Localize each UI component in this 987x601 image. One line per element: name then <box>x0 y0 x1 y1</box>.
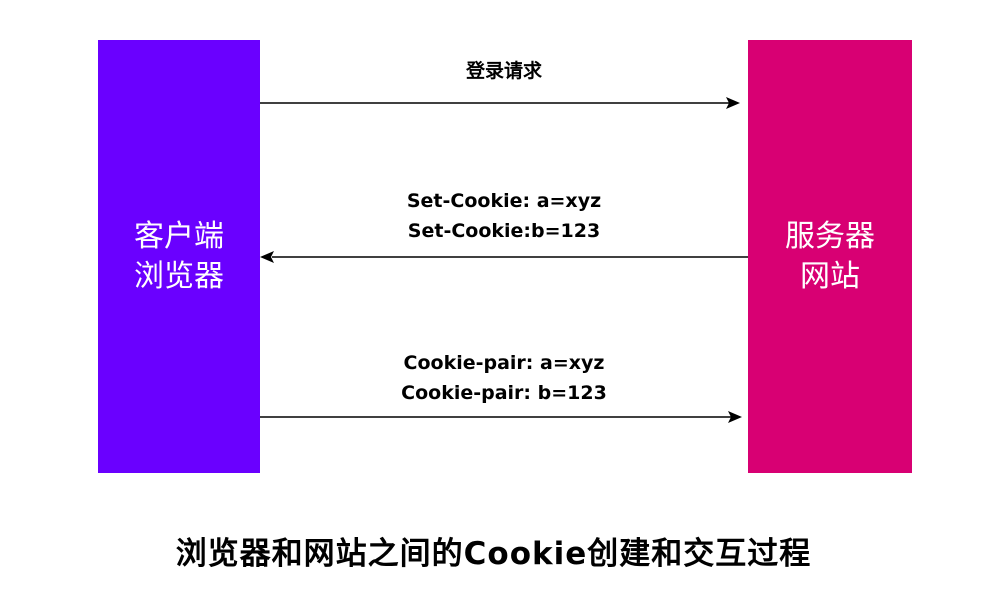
cookie-pair-arrow <box>260 411 742 423</box>
set-cookie-label: Set-Cookie: a=xyz Set-Cookie:b=123 <box>260 186 748 246</box>
set-cookie-line-1: Set-Cookie: a=xyz <box>406 190 602 212</box>
arrows-layer <box>260 97 748 423</box>
diagram-caption: 浏览器和网站之间的Cookie创建和交互过程 <box>175 536 812 572</box>
login-request-arrow <box>260 97 740 109</box>
set-cookie-line-2: Set-Cookie:b=123 <box>407 220 601 242</box>
login-request-text: 登录请求 <box>465 60 542 82</box>
cookie-pair-label: Cookie-pair: a=xyz Cookie-pair: b=123 <box>260 348 748 408</box>
login-request-label: 登录请求 <box>260 56 748 86</box>
cookie-pair-line-1: Cookie-pair: a=xyz <box>403 352 605 374</box>
cookie-pair-line-2: Cookie-pair: b=123 <box>401 382 607 404</box>
set-cookie-arrow <box>260 251 748 263</box>
